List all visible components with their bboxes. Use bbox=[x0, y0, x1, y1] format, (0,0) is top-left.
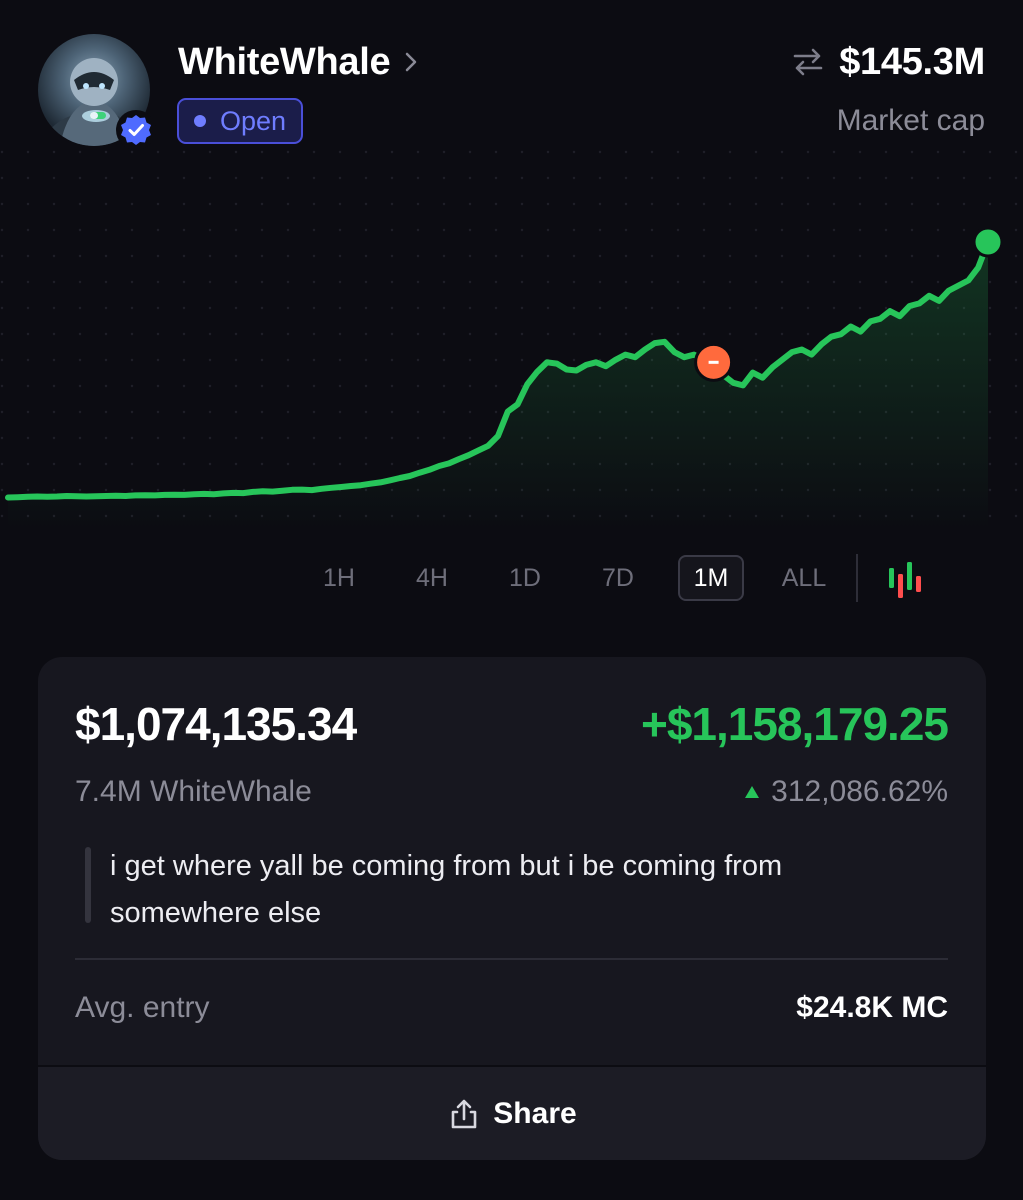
token-position-screen: WhiteWhale Open $145.3M Market cap 1H 4H… bbox=[0, 0, 1023, 1200]
tab-1d[interactable]: 1D bbox=[492, 555, 558, 601]
triangle-up-icon bbox=[745, 786, 760, 798]
avg-entry-value: $24.8K MC bbox=[796, 991, 948, 1024]
tab-all[interactable]: ALL bbox=[771, 555, 837, 601]
status-badge: Open bbox=[177, 98, 303, 144]
verified-badge-icon bbox=[116, 110, 156, 150]
pnl-percent: 312,086.62% bbox=[771, 775, 948, 808]
candlestick-chart-icon[interactable] bbox=[884, 558, 924, 598]
share-label: Share bbox=[493, 1096, 577, 1130]
market-cap-toggle[interactable]: $145.3M bbox=[791, 40, 985, 84]
tab-1h[interactable]: 1H bbox=[306, 555, 372, 601]
share-icon bbox=[451, 1099, 477, 1128]
position-value: $1,074,135.34 bbox=[75, 698, 357, 750]
position-note: i get where yall be coming from but i be… bbox=[110, 850, 783, 929]
timeframe-tabs: 1H 4H 1D 7D 1M ALL bbox=[306, 554, 966, 602]
swap-arrows-icon bbox=[793, 48, 823, 76]
avg-entry-label: Avg. entry bbox=[75, 991, 210, 1024]
token-holdings: 7.4M WhiteWhale bbox=[75, 775, 312, 808]
tab-7d[interactable]: 7D bbox=[585, 555, 651, 601]
price-chart[interactable] bbox=[0, 150, 1023, 530]
pnl-percent-row: 312,086.62% bbox=[745, 775, 948, 809]
share-button[interactable]: Share bbox=[38, 1065, 986, 1160]
token-name: WhiteWhale bbox=[178, 40, 391, 83]
divider bbox=[75, 958, 948, 960]
quote-bar bbox=[85, 847, 91, 923]
pnl-amount: +$1,158,179.25 bbox=[640, 698, 949, 750]
market-cap-label: Market cap bbox=[836, 104, 985, 137]
position-card: $1,074,135.34 +$1,158,179.25 7.4M WhiteW… bbox=[38, 657, 986, 1160]
token-name-link[interactable]: WhiteWhale bbox=[178, 40, 422, 84]
status-label: Open bbox=[219, 105, 287, 136]
tab-separator bbox=[856, 554, 858, 602]
market-cap-value: $145.3M bbox=[839, 40, 985, 83]
chevron-right-icon bbox=[406, 52, 417, 72]
status-dot-icon bbox=[193, 115, 206, 127]
sell-marker-icon[interactable] bbox=[694, 342, 734, 382]
chart-current-point bbox=[972, 226, 1004, 258]
tab-1m[interactable]: 1M bbox=[678, 555, 744, 601]
tab-4h[interactable]: 4H bbox=[399, 555, 465, 601]
